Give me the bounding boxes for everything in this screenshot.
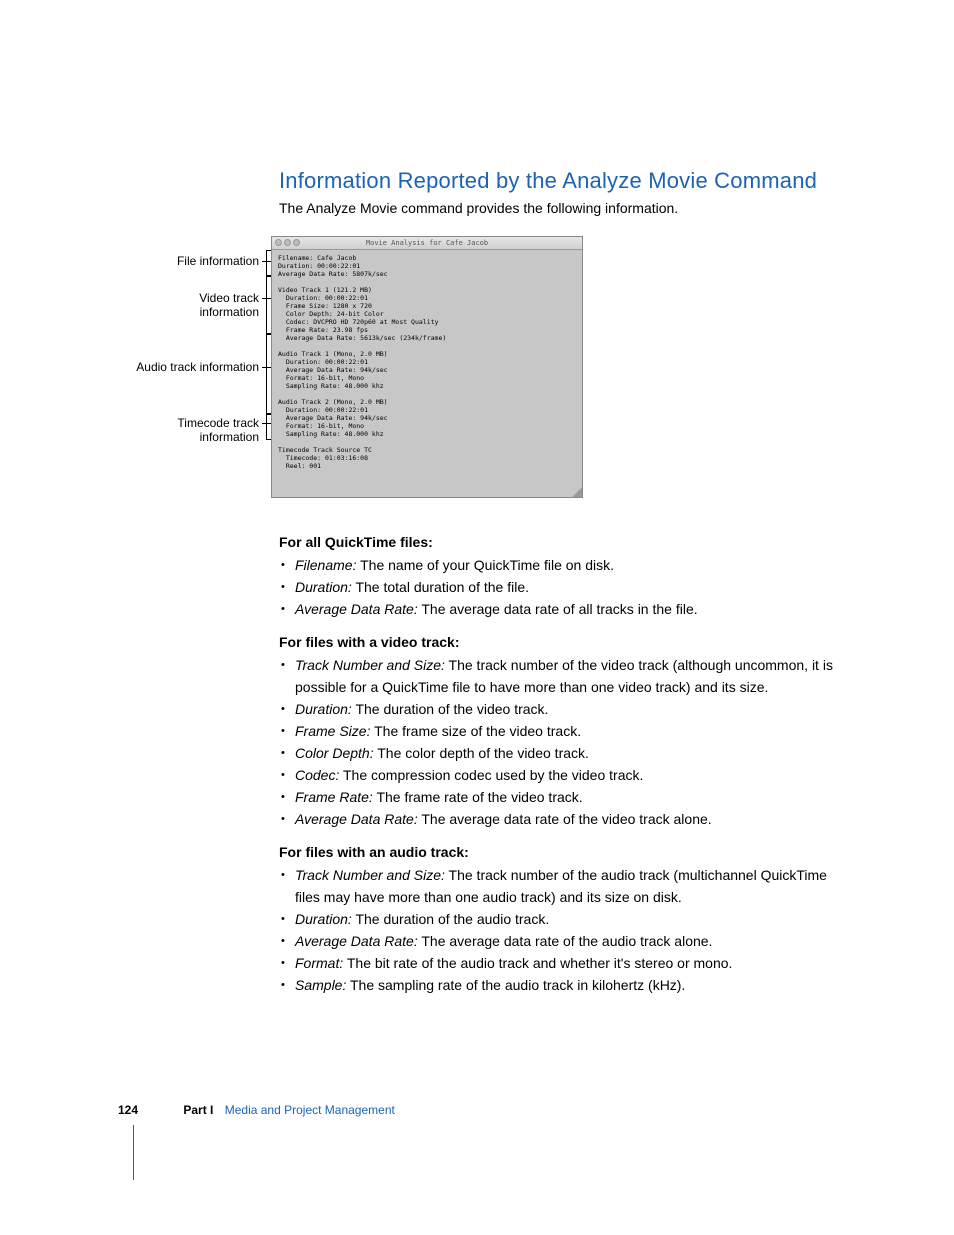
term: Format: — [295, 955, 343, 971]
page-heading: Information Reported by the Analyze Movi… — [279, 168, 839, 194]
definition: The sampling rate of the audio track in … — [346, 977, 685, 993]
callout-timecode: Timecode track information — [144, 416, 259, 444]
callout-tc-label1: Timecode track — [177, 416, 259, 430]
win-file-section: Filename: Cafe Jacob Duration: 00:00:22:… — [278, 254, 388, 278]
page-footer: 124 Part I Media and Project Management — [118, 1103, 395, 1117]
content-column: Information Reported by the Analyze Movi… — [279, 168, 839, 996]
list-item: Filename: The name of your QuickTime fil… — [293, 554, 839, 576]
list-item: Track Number and Size: The track number … — [293, 654, 839, 698]
callout-file: File information — [144, 254, 259, 268]
definition: The frame rate of the video track. — [373, 789, 583, 805]
window-body: Filename: Cafe Jacob Duration: 00:00:22:… — [272, 250, 582, 474]
definition: The average data rate of all tracks in t… — [418, 601, 698, 617]
list-item: Frame Size: The frame size of the video … — [293, 720, 839, 742]
definition-list: Track Number and Size: The track number … — [279, 654, 839, 830]
page: Information Reported by the Analyze Movi… — [0, 0, 954, 1235]
definition: The duration of the audio track. — [352, 911, 549, 927]
definition: The total duration of the file. — [352, 579, 529, 595]
term: Duration: — [295, 911, 352, 927]
win-audio-section: Audio Track 1 (Mono, 2.0 MB) Duration: 0… — [278, 350, 388, 438]
definition: The duration of the video track. — [352, 701, 549, 717]
section-heading: For files with an audio track: — [279, 844, 839, 860]
list-item: Average Data Rate: The average data rate… — [293, 808, 839, 830]
callout-audio: Audio track information — [124, 360, 259, 374]
win-tc-section: Timecode Track Source TC Timecode: 01:03… — [278, 446, 372, 470]
footer-rule — [133, 1125, 134, 1180]
definition: The compression codec used by the video … — [339, 767, 643, 783]
intro-text: The Analyze Movie command provides the f… — [279, 200, 839, 216]
window-title: Movie Analysis for Cafe Jacob — [366, 239, 488, 247]
analysis-window: Movie Analysis for Cafe Jacob Filename: … — [271, 236, 583, 498]
term: Filename: — [295, 557, 356, 573]
annotated-screenshot: File information Video track information… — [279, 236, 839, 516]
traffic-lights-icon — [275, 239, 300, 246]
list-item: Duration: The total duration of the file… — [293, 576, 839, 598]
footer-part: Part I — [183, 1103, 213, 1117]
term: Average Data Rate: — [295, 601, 418, 617]
term: Duration: — [295, 579, 352, 595]
section-heading: For all QuickTime files: — [279, 534, 839, 550]
callout-tc-label2: information — [200, 430, 259, 444]
definition: The name of your QuickTime file on disk. — [356, 557, 614, 573]
definition-list: Track Number and Size: The track number … — [279, 864, 839, 996]
callout-audio-label: Audio track information — [136, 360, 259, 374]
definition: The color depth of the video track. — [374, 745, 589, 761]
list-item: Frame Rate: The frame rate of the video … — [293, 786, 839, 808]
term: Average Data Rate: — [295, 933, 418, 949]
list-item: Duration: The duration of the video trac… — [293, 698, 839, 720]
term: Frame Size: — [295, 723, 370, 739]
term: Average Data Rate: — [295, 811, 418, 827]
definition-list: Filename: The name of your QuickTime fil… — [279, 554, 839, 620]
win-video-section: Video Track 1 (121.2 MB) Duration: 00:00… — [278, 286, 446, 342]
term: Duration: — [295, 701, 352, 717]
definition: The frame size of the video track. — [370, 723, 581, 739]
callout-file-label: File information — [177, 254, 259, 268]
description-sections: For all QuickTime files: Filename: The na… — [279, 534, 839, 996]
resize-grip-icon — [572, 487, 582, 497]
list-item: Color Depth: The color depth of the vide… — [293, 742, 839, 764]
callout-video-label: Video track information — [199, 291, 259, 319]
section-heading: For files with a video track: — [279, 634, 839, 650]
term: Track Number and Size: — [295, 867, 445, 883]
list-item: Average Data Rate: The average data rate… — [293, 598, 839, 620]
definition: The average data rate of the video track… — [418, 811, 712, 827]
list-item: Format: The bit rate of the audio track … — [293, 952, 839, 974]
window-titlebar: Movie Analysis for Cafe Jacob — [272, 237, 582, 250]
term: Color Depth: — [295, 745, 374, 761]
page-number: 124 — [118, 1103, 138, 1117]
term: Track Number and Size: — [295, 657, 445, 673]
list-item: Duration: The duration of the audio trac… — [293, 908, 839, 930]
list-item: Track Number and Size: The track number … — [293, 864, 839, 908]
term: Frame Rate: — [295, 789, 373, 805]
footer-section: Media and Project Management — [225, 1103, 395, 1117]
list-item: Average Data Rate: The average data rate… — [293, 930, 839, 952]
definition: The average data rate of the audio track… — [418, 933, 713, 949]
list-item: Sample: The sampling rate of the audio t… — [293, 974, 839, 996]
term: Sample: — [295, 977, 346, 993]
definition: The bit rate of the audio track and whet… — [343, 955, 732, 971]
term: Codec: — [295, 767, 339, 783]
list-item: Codec: The compression codec used by the… — [293, 764, 839, 786]
callout-video: Video track information — [144, 291, 259, 319]
